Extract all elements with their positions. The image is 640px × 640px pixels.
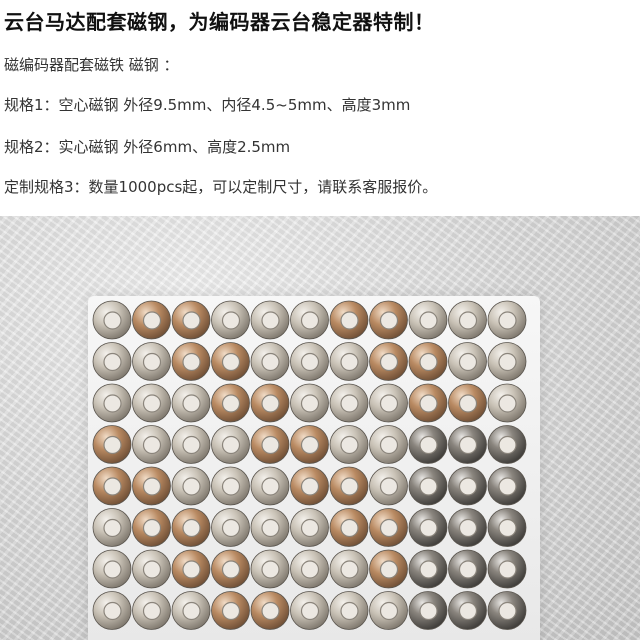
ring-magnet [448,342,487,381]
ring-magnet [132,466,171,506]
ring-magnet [487,591,527,630]
ring-magnet [132,549,171,589]
ring-magnet [250,591,290,630]
ring-magnet [448,508,487,547]
ring-magnet [487,425,527,464]
ring-magnet [211,549,250,589]
ring-magnet [250,300,290,340]
ring-magnet [329,342,369,381]
ring-magnet [487,549,527,589]
ring-magnet [211,508,250,547]
ring-magnet [290,591,329,630]
ring-magnet [92,591,132,630]
ring-magnet [290,549,329,589]
ring-magnet [448,466,487,506]
ring-magnet [211,425,250,464]
ring-magnet [171,549,211,589]
spec-line-2: 规格2：实心磁钢 外径6mm、高度2.5mm [4,138,291,156]
ring-magnet [487,466,527,506]
ring-magnet [132,342,171,381]
ring-magnet [329,549,369,589]
ring-magnet [487,342,527,381]
ring-magnet [408,591,448,630]
ring-magnet [487,300,527,340]
product-photo [0,216,640,640]
ring-magnet [290,425,329,464]
ring-magnet [448,591,487,630]
ring-magnet [329,508,369,547]
ring-magnet [408,425,448,464]
ring-magnet [487,383,527,423]
spec-intro: 磁编码器配套磁铁 磁钢 ： [4,56,179,74]
ring-magnet [250,342,290,381]
ring-magnet [408,508,448,547]
ring-magnet [369,466,408,506]
ring-magnet [408,383,448,423]
ring-magnet [250,425,290,464]
ring-magnet [132,591,171,630]
ring-magnet [448,425,487,464]
ring-magnet [250,508,290,547]
ring-magnet [369,508,408,547]
ring-magnet [92,549,132,589]
ring-magnet [211,466,250,506]
ring-magnet [448,549,487,589]
magnets-grid [92,300,527,630]
ring-magnet [132,508,171,547]
ring-magnet [92,425,132,464]
ring-magnet [408,342,448,381]
ring-magnet [92,300,132,340]
spec-line-1: 规格1：空心磁钢 外径9.5mm、内径4.5~5mm、高度3mm [4,96,411,114]
ring-magnet [290,508,329,547]
ring-magnet [211,591,250,630]
ring-magnet [92,342,132,381]
ring-magnet [408,300,448,340]
ring-magnet [171,591,211,630]
ring-magnet [290,466,329,506]
ring-magnet [211,300,250,340]
ring-magnet [369,549,408,589]
ring-magnet [92,383,132,423]
ring-magnet [408,549,448,589]
ring-magnet [329,466,369,506]
ring-magnet [211,383,250,423]
product-title: 云台马达配套磁钢，为编码器云台稳定器特制！ [4,10,435,34]
ring-magnet [329,300,369,340]
ring-magnet [171,425,211,464]
ring-magnet [132,383,171,423]
ring-magnet [329,383,369,423]
ring-magnet [448,300,487,340]
ring-magnet [171,508,211,547]
ring-magnet [369,342,408,381]
ring-magnet [369,591,408,630]
ring-magnet [250,549,290,589]
ring-magnet [250,466,290,506]
ring-magnet [92,466,132,506]
ring-magnet [290,300,329,340]
ring-magnet [132,425,171,464]
ring-magnet [369,425,408,464]
ring-magnet [290,342,329,381]
ring-magnet [250,383,290,423]
ring-magnet [448,383,487,423]
ring-magnet [132,300,171,340]
ring-magnet [329,591,369,630]
ring-magnet [290,383,329,423]
ring-magnet [171,300,211,340]
ring-magnet [369,383,408,423]
ring-magnet [171,383,211,423]
spec-line-3: 定制规格3：数量1000pcs起，可以定制尺寸，请联系客服报价。 [4,178,438,196]
ring-magnet [171,342,211,381]
ring-magnet [211,342,250,381]
ring-magnet [171,466,211,506]
ring-magnet [487,508,527,547]
ring-magnet [408,466,448,506]
ring-magnet [369,300,408,340]
ring-magnet [329,425,369,464]
ring-magnet [92,508,132,547]
